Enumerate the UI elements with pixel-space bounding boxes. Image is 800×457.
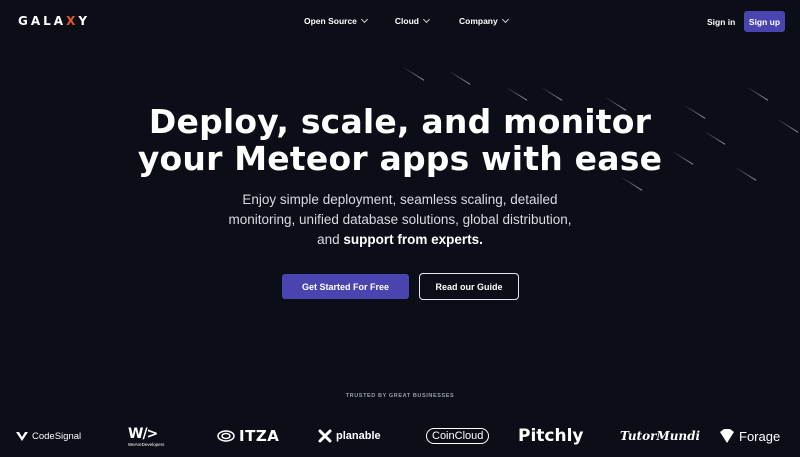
codesignal-icon [16, 431, 28, 441]
itza-icon [217, 430, 235, 442]
codesignal-name: CodeSignal [32, 430, 82, 442]
chevron-down-icon [360, 15, 368, 24]
planable-icon [318, 429, 332, 443]
trusted-by-label: TRUSTED BY GREAT BUSINESSES [345, 393, 455, 399]
forage-icon [720, 429, 734, 443]
page: GALA X Y Open Source Cloud Company Sign in… [0, 0, 800, 457]
nav-open-source[interactable]: Open Source [304, 15, 368, 26]
hero-title: Deploy, scale, and monitor your Meteor a… [0, 103, 800, 177]
streak [745, 86, 769, 101]
tutormundi-name: TutorMundi [620, 429, 701, 443]
galaxy-logo[interactable]: GALA X Y [18, 14, 90, 28]
planable-logo: planable [318, 424, 381, 448]
tutormundi-logo: TutorMundi [620, 424, 700, 448]
sign-up-button[interactable]: Sign up [744, 11, 785, 32]
sign-in-link[interactable]: Sign in [707, 17, 735, 27]
streak [504, 86, 528, 101]
forage-logo: Forage [719, 424, 780, 448]
forage-name: Forage [739, 428, 781, 444]
main-nav: Open Source Cloud Company [304, 15, 509, 26]
hero-title-line-2: your Meteor apps with ease [137, 139, 663, 178]
logo-text-end: Y [78, 14, 91, 28]
hero-subtitle: Enjoy simple deployment, seamless scalin… [220, 190, 580, 250]
nav-label: Cloud [394, 16, 419, 26]
logo-text-start: GALA [18, 14, 67, 28]
codesignal-logo: CodeSignal [16, 424, 81, 448]
chevron-down-icon [422, 15, 431, 24]
logo-x: X [66, 14, 79, 28]
nav-label: Open Source [304, 16, 357, 26]
itza-name: ITZA [239, 427, 280, 445]
hero-subtitle-emphasis: support from experts. [343, 232, 483, 247]
pitchly-logo: Pitchly [518, 424, 584, 448]
streak [447, 70, 471, 85]
planable-name: planable [336, 430, 381, 442]
wearedevelopers-mark: W/> [128, 426, 158, 442]
pitchly-name: Pitchly [518, 426, 584, 446]
get-started-button[interactable]: Get Started For Free [282, 274, 409, 299]
streak [619, 176, 643, 191]
nav-label: Company [458, 16, 498, 26]
nav-company[interactable]: Company [458, 15, 509, 26]
coincloud-logo: CoinCloud [422, 424, 490, 448]
read-guide-button[interactable]: Read our Guide [419, 273, 519, 300]
nav-cloud[interactable]: Cloud [394, 15, 431, 26]
chevron-down-icon [501, 15, 509, 24]
itza-logo: ITZA [217, 424, 279, 448]
wearedevelopers-logo: W/> WeAreDevelopers [128, 426, 165, 452]
coincloud-name: CoinCloud [426, 428, 490, 444]
top-nav: GALA X Y Open Source Cloud Company Sign in… [0, 0, 800, 44]
streak [401, 66, 425, 81]
hero-title-line-1: Deploy, scale, and monitor [148, 102, 652, 141]
wearedevelopers-name: WeAreDevelopers [128, 442, 165, 447]
streak [539, 86, 563, 101]
